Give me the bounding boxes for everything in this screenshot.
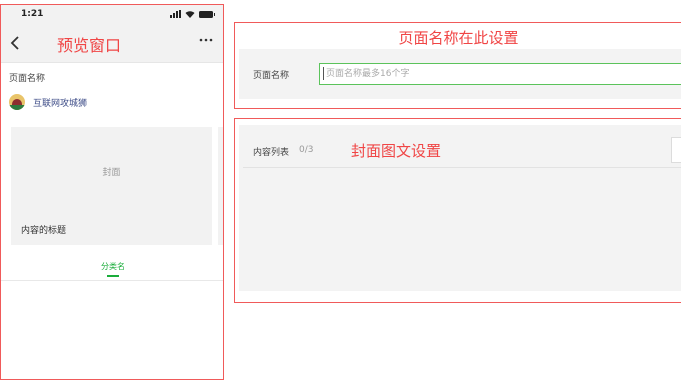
status-time: 1:21	[21, 9, 44, 19]
page-name-annotation: 页面名称在此设置	[398, 29, 519, 47]
list-divider	[243, 167, 681, 168]
preview-window-title: 预览窗口	[57, 36, 122, 55]
text-caret	[323, 67, 324, 80]
category-tab-indicator	[107, 275, 119, 277]
page-name-input[interactable]	[319, 63, 681, 85]
add-content-button[interactable]	[671, 137, 681, 163]
preview-nav-bar: 预览窗口	[1, 23, 223, 63]
page-name-section: 页面名称在此设置 页面名称	[234, 22, 681, 109]
signal-icon	[170, 10, 181, 18]
status-bar: 1:21	[1, 5, 223, 23]
account-row: 互联网攻城狮	[9, 93, 87, 111]
cover-card[interactable]: 封面 内容的标题	[11, 127, 212, 245]
category-tab[interactable]: 分类名	[1, 261, 223, 272]
battery-icon	[199, 10, 215, 18]
content-title: 内容的标题	[21, 226, 67, 236]
cover-settings-annotation: 封面图文设置	[351, 142, 442, 160]
preview-window: 1:21 预览窗口 页面名称 互联网攻城狮 封面 内容的标题 分类名	[0, 4, 224, 380]
content-list-label: 内容列表	[253, 148, 290, 158]
content-count: 0/3	[299, 145, 314, 155]
back-chevron-icon[interactable]	[7, 33, 23, 53]
tab-divider	[1, 280, 223, 281]
preview-page-name: 页面名称	[9, 74, 46, 84]
more-icon[interactable]	[199, 37, 213, 43]
content-list-panel: 内容列表 0/3 封面图文设置	[239, 125, 681, 291]
page-name-form-row: 页面名称	[239, 49, 681, 99]
cover-placeholder-text: 封面	[102, 168, 121, 178]
wifi-icon	[185, 11, 195, 18]
status-icons	[170, 9, 215, 19]
avatar	[9, 94, 25, 110]
cover-settings-section: 内容列表 0/3 封面图文设置	[234, 118, 681, 303]
account-name: 互联网攻城狮	[33, 98, 88, 109]
page-name-field-label: 页面名称	[253, 71, 290, 81]
next-cover-card-peek	[218, 127, 223, 245]
